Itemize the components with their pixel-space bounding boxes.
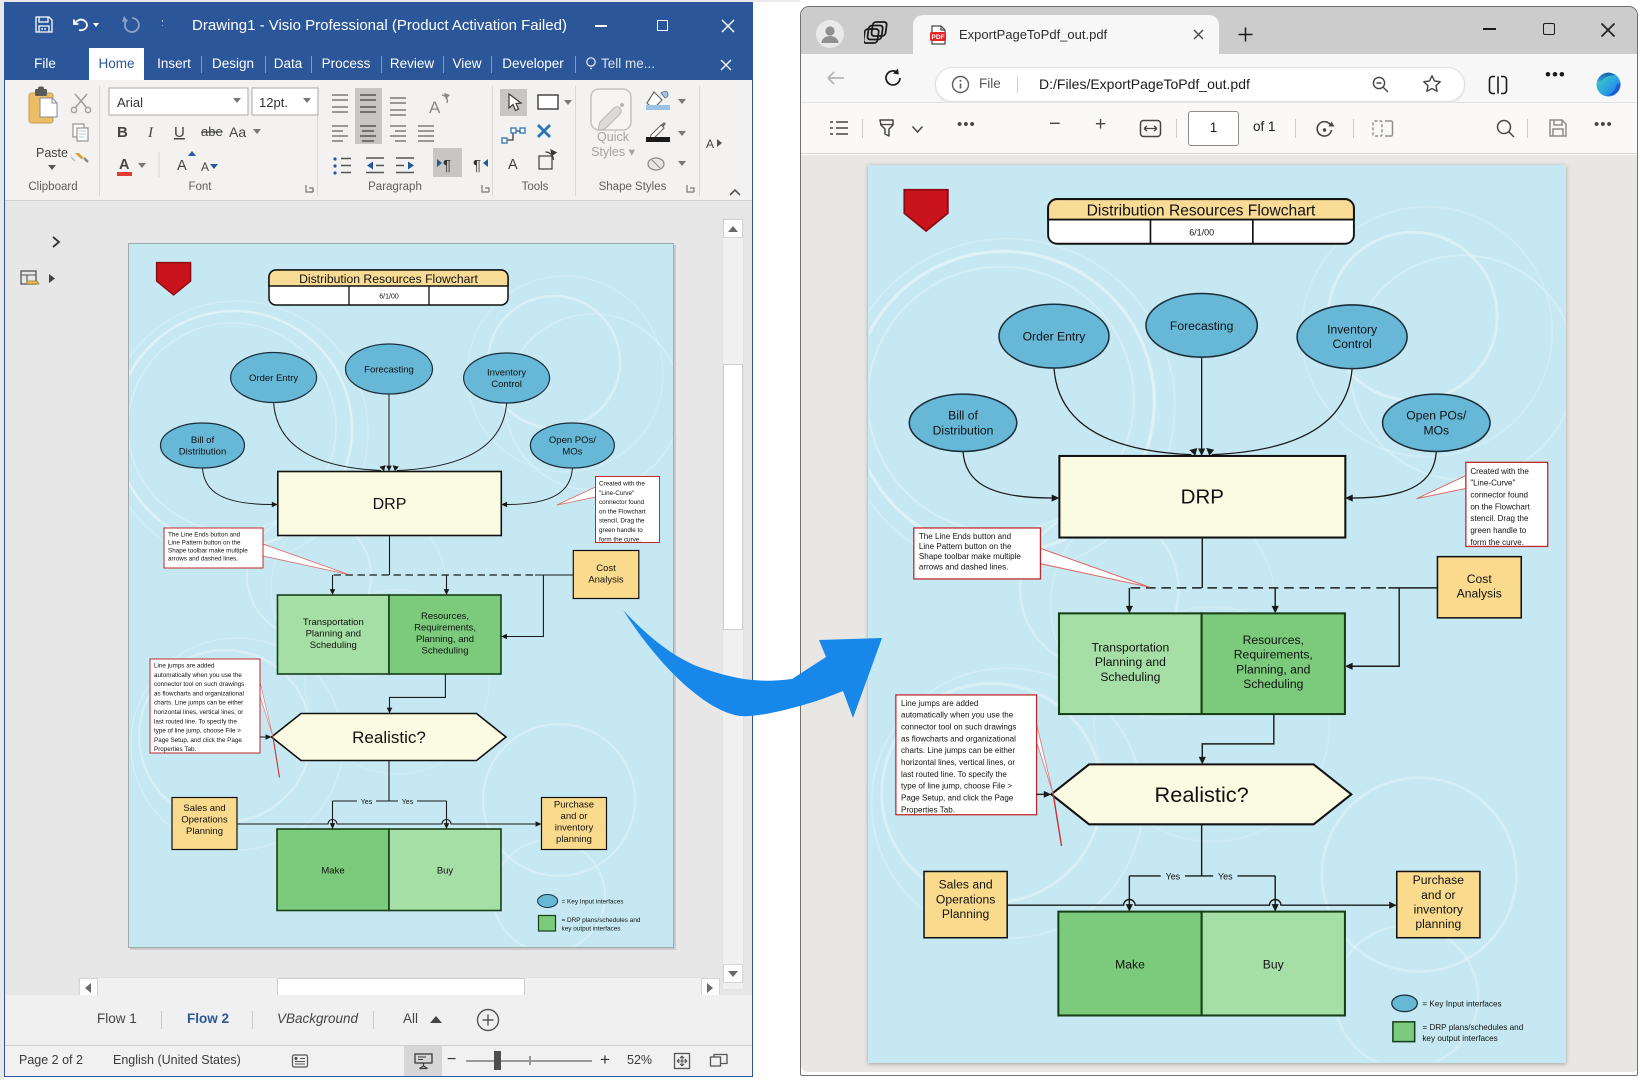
- svg-text:A: A: [429, 98, 441, 117]
- svg-text:Aa: Aa: [229, 124, 246, 140]
- svg-text:PDF: PDF: [932, 34, 945, 41]
- svg-text:I: I: [147, 125, 154, 141]
- svg-text:¶: ¶: [473, 157, 481, 174]
- svg-text:U: U: [174, 124, 185, 141]
- svg-text:A: A: [119, 157, 130, 173]
- svg-text:abe: abe: [201, 124, 223, 139]
- svg-text:A: A: [177, 158, 187, 174]
- svg-text:B: B: [117, 124, 128, 141]
- svg-text:Arial: Arial: [117, 95, 143, 110]
- svg-text:A: A: [706, 137, 714, 151]
- svg-text:A: A: [201, 160, 209, 174]
- svg-text:¶: ¶: [443, 157, 451, 174]
- svg-text:A: A: [508, 157, 518, 173]
- svg-text:12pt.: 12pt.: [259, 95, 288, 110]
